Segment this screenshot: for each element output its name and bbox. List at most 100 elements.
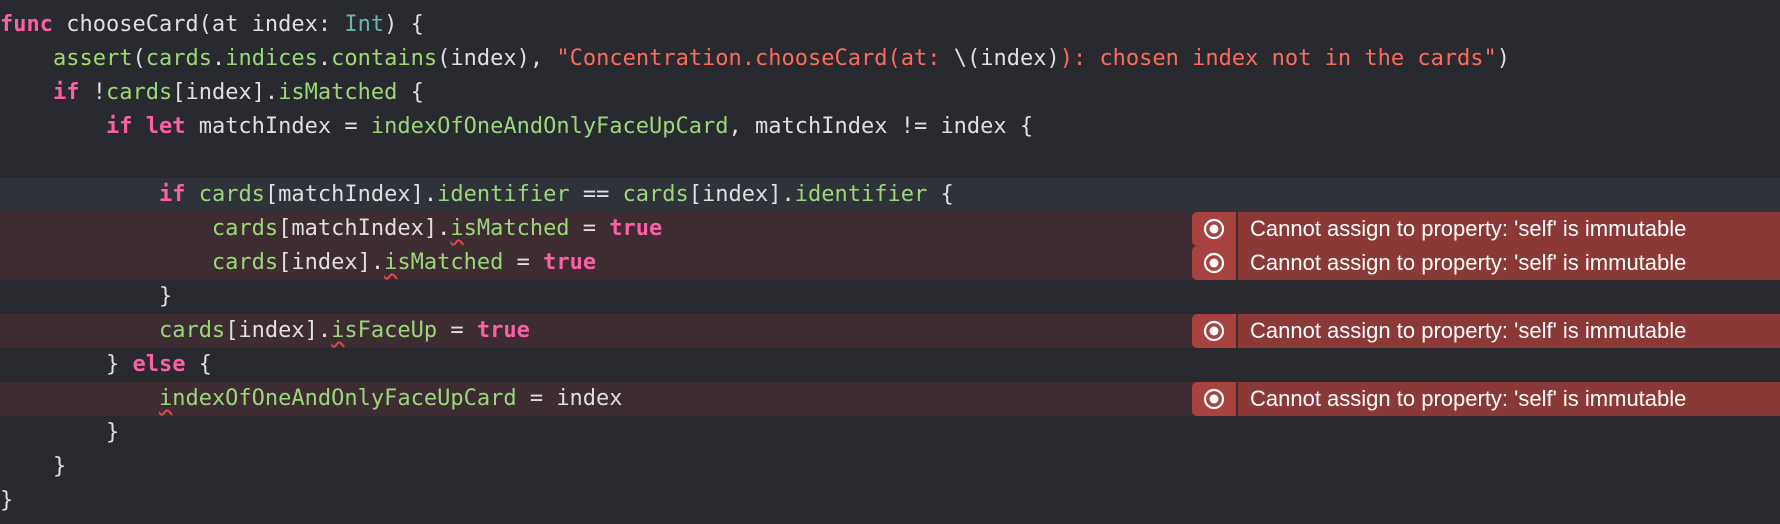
keyword-token: if [158,182,186,207]
error-squiggle-token: i [384,250,398,275]
plain-token: , matchIndex != index { [728,114,1034,139]
plain-token: = index [516,386,623,411]
member-token: indices [225,46,318,71]
plain-token: [matchIndex]. [264,182,438,207]
member-token: ndexOfOneAndOnlyFaceUpCard [172,386,517,411]
plain-token: } [0,420,120,445]
code-line-5[interactable] [0,144,1780,178]
code-text: cards[index].isMatched = true [0,246,596,280]
code-text: } [0,280,172,314]
plain-token: } [0,284,173,309]
plain-token: [index]. [172,80,279,105]
plain-token: ) [1496,46,1511,71]
member-token: cards [622,182,689,207]
plain-token: = [569,216,610,241]
error-annotation[interactable]: Cannot assign to property: 'self' is imm… [1192,314,1780,348]
error-annotation[interactable]: Cannot assign to property: 'self' is imm… [1192,212,1780,246]
code-line-1[interactable]: func chooseCard(at index: Int) { [0,8,1780,42]
error-message: Cannot assign to property: 'self' is imm… [1238,246,1780,280]
code-editor[interactable]: func chooseCard(at index: Int) { assert(… [0,0,1780,524]
plain-token: . [317,46,332,71]
member-token: cards [145,46,212,71]
error-circle-icon [1203,218,1225,240]
plain-token: [index]. [688,182,795,207]
error-squiggle-token: i [450,216,464,241]
code-text: if cards[matchIndex].identifier == cards… [0,178,954,212]
error-message: Cannot assign to property: 'self' is imm… [1238,314,1780,348]
error-icon-box[interactable] [1192,212,1236,246]
type-token: Int [344,12,385,37]
plain-token: matchIndex = [185,114,371,139]
keyword-token: else [132,352,186,377]
plain-token: } [0,454,67,479]
member-token: indexOfOneAndOnlyFaceUpCard [370,114,729,139]
code-text: } [0,450,66,484]
plain-token: } [0,352,133,377]
code-line-10[interactable]: cards[index].isFaceUp = true Cannot assi… [0,314,1780,348]
error-message: Cannot assign to property: 'self' is imm… [1238,212,1780,246]
code-text: } [0,416,119,450]
code-text: cards[matchIndex].isMatched = true [0,212,662,246]
code-line-14[interactable]: } [0,450,1780,484]
code-line-9[interactable]: } [0,280,1780,314]
code-line-6[interactable]: if cards[matchIndex].identifier == cards… [0,178,1780,212]
code-line-12[interactable]: indexOfOneAndOnlyFaceUpCard = index Cann… [0,382,1780,416]
code-text: indexOfOneAndOnlyFaceUpCard = index [0,382,623,416]
keyword-token: true [543,250,597,275]
keyword-token: func [0,12,53,37]
keyword-token: if [52,80,80,105]
code-line-3[interactable]: if !cards[index].isMatched { [0,76,1780,110]
plain-token: [index]. [225,318,332,343]
error-message: Cannot assign to property: 'self' is imm… [1238,382,1780,416]
code-text: } [0,484,13,518]
error-icon-box[interactable] [1192,314,1236,348]
member-token: sFaceUp [344,318,438,343]
code-line-2[interactable]: assert(cards.indices.contains(index), "C… [0,42,1780,76]
keyword-token: if let [105,114,186,139]
error-icon-box[interactable] [1192,246,1236,280]
function-token: assert [52,46,133,71]
plain-token: index [980,46,1047,71]
code-line-13[interactable]: } [0,416,1780,450]
member-token: isMatched [278,80,398,105]
error-annotation[interactable]: Cannot assign to property: 'self' is imm… [1192,246,1780,280]
plain-token: chooseCard(at index: [52,12,345,37]
plain-token: (index), [437,46,557,71]
code-line-15[interactable]: } [0,484,1780,518]
code-text: func chooseCard(at index: Int) { [0,8,424,42]
error-squiggle-token: i [331,318,345,343]
plain-token: . [211,46,226,71]
member-token: identifier [794,182,928,207]
member-token: cards [211,216,279,241]
member-token: cards [105,80,173,105]
code-text: if let matchIndex = indexOfOneAndOnlyFac… [0,110,1033,144]
code-text: cards[index].isFaceUp = true [0,314,530,348]
plain-token: == [569,182,623,207]
plain-token: ) [1046,46,1060,71]
code-line-8[interactable]: cards[index].isMatched = true Cannot ass… [0,246,1780,280]
code-line-11[interactable]: } else { [0,348,1780,382]
member-token: sMatched [463,216,570,241]
error-squiggle-token: i [158,386,173,411]
string-token: "Concentration.chooseCard(at: [556,46,954,71]
code-text: assert(cards.indices.contains(index), "C… [0,42,1510,76]
error-icon-box[interactable] [1192,382,1236,416]
code-text: } else { [0,348,212,382]
plain-token: \( [953,46,981,71]
plain-token: { [927,182,954,207]
member-token: identifier [437,182,570,207]
code-line-4[interactable]: if let matchIndex = indexOfOneAndOnlyFac… [0,110,1780,144]
error-annotation[interactable]: Cannot assign to property: 'self' is imm… [1192,382,1780,416]
plain-token: ! [79,80,106,105]
plain-token: [index]. [278,250,385,275]
plain-token: { [397,80,424,105]
code-line-7[interactable]: cards[matchIndex].isMatched = true Canno… [0,212,1780,246]
